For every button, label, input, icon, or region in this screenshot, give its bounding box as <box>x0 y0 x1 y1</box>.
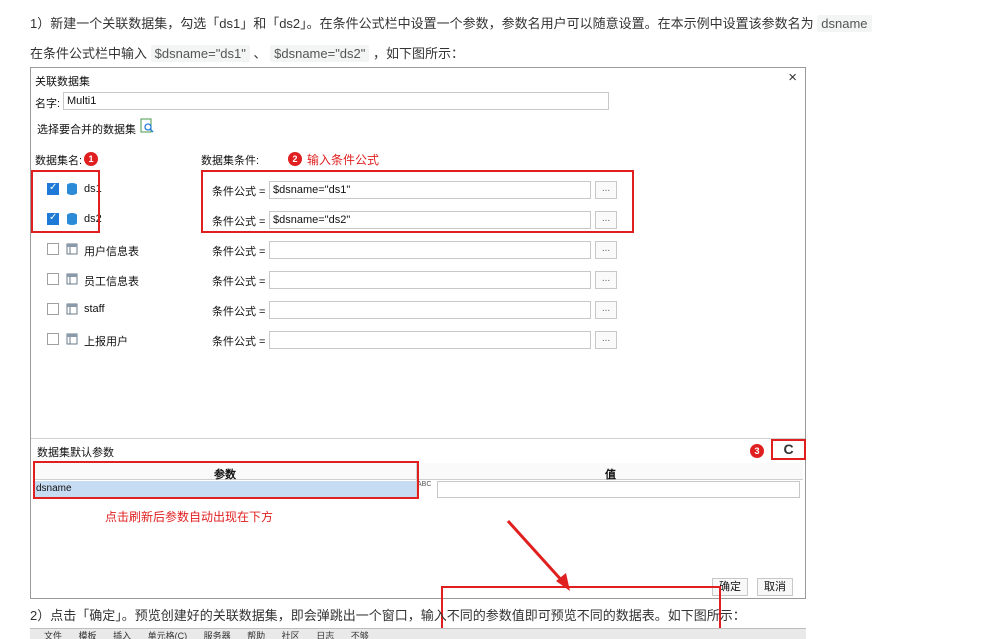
refresh-note: 点击刷新后参数自动出现在下方 <box>105 510 274 524</box>
condition-formula-input[interactable] <box>269 301 591 319</box>
close-icon[interactable]: × <box>788 69 797 86</box>
code-formula-1: $dsname="ds1" <box>150 45 250 62</box>
annotation-badge-1: 1 <box>84 152 98 166</box>
paragraph-text: 在条件公式栏中输入 <box>30 46 151 61</box>
dataset-checkbox[interactable] <box>47 273 59 285</box>
strip-item: 插入 <box>113 631 132 639</box>
separator-text: 、 <box>249 46 271 61</box>
dataset-name: 员工信息表 <box>84 276 139 288</box>
table-icon <box>66 242 78 256</box>
dataset-checkbox[interactable] <box>47 303 59 315</box>
dataset-name: 用户信息表 <box>84 246 139 258</box>
dataset-name: staff <box>84 303 105 315</box>
paragraph-text: 1）新建一个关联数据集，勾选「ds1」和「ds2」。在条件公式栏中设置一个参数，… <box>30 16 818 31</box>
dialog-title-bar: 关联数据集 × <box>31 68 805 90</box>
condition-label: 条件公式 = <box>212 246 266 258</box>
dataset-checkbox[interactable] <box>47 243 59 255</box>
preview-menu-strip: 文件 模板 插入 单元格(C) 服务器 帮助 社区 日志 不够 <box>30 628 806 639</box>
name-label: 名字: <box>35 98 61 110</box>
strip-item: 模板 <box>78 631 97 639</box>
formula-editor-button[interactable]: ... <box>595 271 617 289</box>
article-paragraph-3: 2）点击「确定」。预览创建好的关联数据集，即会弹跳出一个窗口，输入不同的参数值即… <box>30 605 746 624</box>
dataset-name: 上报用户 <box>84 336 128 348</box>
strip-item: 社区 <box>281 631 300 639</box>
condition-label: 条件公式 = <box>212 336 266 348</box>
code-formula-2: $dsname="ds2" <box>270 45 370 62</box>
highlight-box-params <box>33 461 419 499</box>
cancel-button[interactable]: 取消 <box>757 578 793 596</box>
dialog-title: 关联数据集 <box>35 76 90 88</box>
strip-item: 单元格(C) <box>147 631 188 639</box>
param-value-input[interactable] <box>437 481 800 498</box>
annotation-badge-3: 3 <box>750 444 764 458</box>
annotation-arrow <box>506 519 570 591</box>
paragraph-text: 2）点击「确定」。预览创建好的关联数据集，即会弹跳出一个窗口，输入不同的参数值即… <box>30 608 746 623</box>
formula-editor-button[interactable]: ... <box>595 301 617 319</box>
strip-item: 不够 <box>350 631 369 639</box>
table-icon <box>66 302 78 316</box>
condition-formula-input[interactable] <box>269 331 591 349</box>
select-datasets-label: 选择要合并的数据集 <box>37 124 136 136</box>
highlight-box-formulas <box>201 170 634 233</box>
name-input[interactable]: Multi1 <box>63 92 609 110</box>
strip-item: 文件 <box>44 631 63 639</box>
formula-editor-button[interactable]: ... <box>595 241 617 259</box>
params-title: 数据集默认参数 <box>37 447 114 459</box>
strip-item: 帮助 <box>247 631 266 639</box>
condition-label: 条件公式 = <box>212 276 266 288</box>
table-icon <box>66 272 78 286</box>
annotation-text-2: 输入条件公式 <box>307 153 380 167</box>
article-paragraph-1: 1）新建一个关联数据集，勾选「ds1」和「ds2」。在条件公式栏中设置一个参数，… <box>30 13 872 32</box>
article-paragraph-2: 在条件公式栏中输入 $dsname="ds1" 、 $dsname="ds2" … <box>30 43 464 62</box>
datasets-header: 数据集名: <box>35 155 83 167</box>
formula-editor-button[interactable]: ... <box>595 331 617 349</box>
strip-item: 服务器 <box>203 631 231 639</box>
related-dataset-dialog: 关联数据集 × 名字: Multi1 选择要合并的数据集 数据集名: 1 数据集… <box>30 67 806 632</box>
highlight-box-datasets <box>31 170 100 233</box>
table-icon <box>66 332 78 346</box>
conditions-header: 数据集条件: <box>201 155 260 167</box>
code-param-name: dsname <box>817 15 872 32</box>
condition-label: 条件公式 = <box>212 306 266 318</box>
annotation-badge-2: 2 <box>288 152 302 166</box>
refresh-icon: C <box>783 441 794 457</box>
params-col-value: 值 <box>605 469 616 481</box>
select-dataset-icon[interactable] <box>139 118 155 134</box>
param-type-icon[interactable]: ABC <box>417 481 431 488</box>
refresh-button[interactable]: C <box>771 439 806 460</box>
section-divider <box>31 438 805 439</box>
condition-formula-input[interactable] <box>269 271 591 289</box>
dataset-checkbox[interactable] <box>47 333 59 345</box>
strip-item: 日志 <box>316 631 335 639</box>
condition-formula-input[interactable] <box>269 241 591 259</box>
paragraph-text: ，如下图所示： <box>369 46 465 61</box>
